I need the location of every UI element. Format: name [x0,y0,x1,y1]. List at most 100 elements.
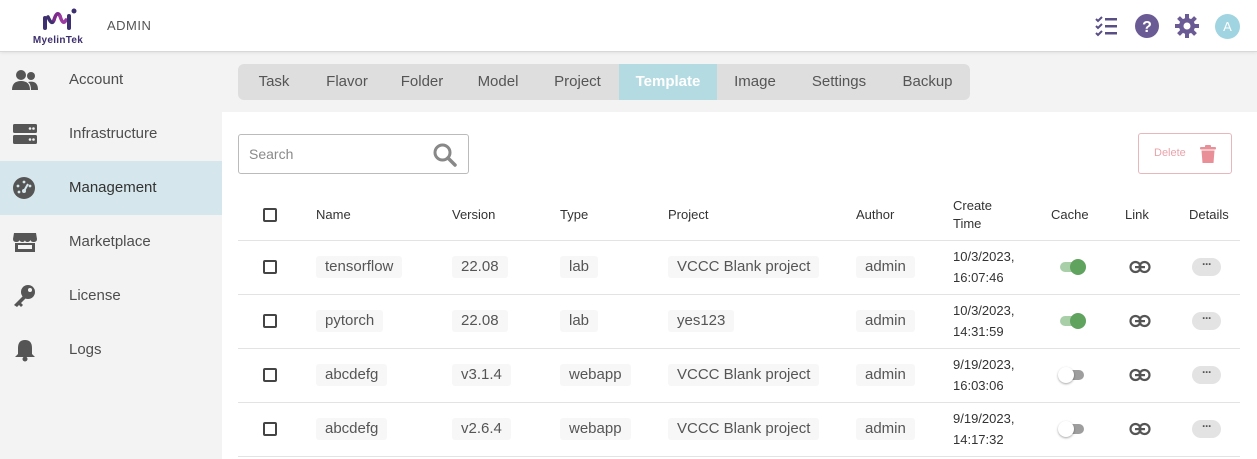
tab-image[interactable]: Image [717,64,793,100]
row-name[interactable]: abcdefg [316,418,388,440]
myelintek-logo[interactable]: MyelinTek [24,6,92,46]
column-header-author[interactable]: Author [856,207,894,222]
link-icon[interactable] [1129,422,1151,436]
row-author: admin [856,256,915,278]
sidebar-item-account[interactable]: Account [0,53,222,107]
row-type: lab [560,256,599,278]
tab-backup[interactable]: Backup [885,64,970,100]
sidebar-item-logs[interactable]: Logs [0,323,222,377]
select-all-checkbox[interactable] [263,208,277,222]
sidebar: Account Infrastructure Management Market… [0,53,222,459]
tab-settings[interactable]: Settings [793,64,885,100]
row-type: webapp [560,364,631,386]
help-icon[interactable]: ? [1134,13,1160,39]
sidebar-item-label: License [69,287,121,304]
trash-icon [1200,145,1216,163]
row-divider [238,402,1240,403]
sidebar-item-label: Logs [69,341,102,358]
store-icon [13,233,37,252]
row-version: 22.08 [452,256,508,278]
row-version: v3.1.4 [452,364,511,386]
column-header-link: Link [1125,207,1149,222]
user-avatar[interactable]: A [1215,14,1240,39]
admin-label: ADMIN [107,18,152,33]
tab-task[interactable]: Task [238,64,310,100]
row-checkbox[interactable] [263,422,277,436]
column-header-create-time-line1[interactable]: Create [953,198,992,213]
column-header-project[interactable]: Project [668,207,708,222]
bell-icon [15,340,35,362]
row-create-time: 14:17:32 [953,432,1004,447]
delete-button-label: Delete [1154,147,1186,159]
row-create-time: 16:07:46 [953,270,1004,285]
search-icon[interactable] [432,142,458,168]
row-name[interactable]: pytorch [316,310,384,332]
sidebar-item-infrastructure[interactable]: Infrastructure [0,107,222,161]
logo-mark-icon [43,8,77,30]
sidebar-item-license[interactable]: License [0,269,222,323]
row-divider [238,456,1240,457]
tab-flavor[interactable]: Flavor [310,64,384,100]
delete-button[interactable]: Delete [1138,133,1232,174]
row-author: admin [856,418,915,440]
row-create-time: 16:03:06 [953,378,1004,393]
server-icon [13,124,37,144]
column-header-version[interactable]: Version [452,207,495,222]
row-divider [238,348,1240,349]
sidebar-item-label: Infrastructure [69,125,158,142]
cache-toggle[interactable] [1058,420,1086,438]
column-header-name[interactable]: Name [316,207,351,222]
main-content: Task Flavor Folder Model Project Templat… [222,53,1257,459]
row-name[interactable]: tensorflow [316,256,403,278]
link-icon[interactable] [1129,260,1151,274]
tab-model[interactable]: Model [460,64,536,100]
link-icon[interactable] [1129,368,1151,382]
cache-toggle[interactable] [1058,366,1086,384]
row-create-date: 9/19/2023, [953,357,1015,372]
details-button[interactable]: ··· [1192,312,1221,330]
cache-toggle[interactable] [1058,258,1086,276]
sidebar-item-marketplace[interactable]: Marketplace [0,215,222,269]
sidebar-item-label: Marketplace [69,233,151,250]
row-checkbox[interactable] [263,314,277,328]
key-icon [14,285,35,307]
details-button[interactable]: ··· [1192,258,1221,276]
tab-project[interactable]: Project [536,64,619,100]
row-create-date: 10/3/2023, [953,303,1015,318]
details-button[interactable]: ··· [1192,420,1221,438]
tab-template[interactable]: Template [619,64,717,100]
sidebar-item-label: Management [69,179,157,196]
row-author: admin [856,364,915,386]
row-name[interactable]: abcdefg [316,364,388,386]
users-icon [12,70,38,90]
row-type: webapp [560,418,631,440]
row-checkbox[interactable] [263,368,277,382]
row-create-date: 10/3/2023, [953,249,1015,264]
row-create-time: 14:31:59 [953,324,1004,339]
tab-folder[interactable]: Folder [384,64,460,100]
row-divider [238,294,1240,295]
row-divider [238,240,1240,241]
sidebar-item-label: Account [69,71,124,88]
row-type: lab [560,310,599,332]
cache-toggle[interactable] [1058,312,1086,330]
gauge-icon [13,177,35,199]
row-project: VCCC Blank project [668,364,820,386]
column-header-type[interactable]: Type [560,207,588,222]
column-header-create-time-line2[interactable]: Time [953,216,981,231]
row-checkbox[interactable] [263,260,277,274]
sidebar-item-management[interactable]: Management [0,161,222,215]
svg-text:?: ? [1142,19,1152,36]
details-button[interactable]: ··· [1192,366,1221,384]
row-project: yes123 [668,310,735,332]
row-project: VCCC Blank project [668,256,820,278]
tab-bar: Task Flavor Folder Model Project Templat… [238,64,970,100]
row-version: 22.08 [452,310,508,332]
row-author: admin [856,310,915,332]
gear-icon[interactable] [1174,13,1200,39]
top-header: MyelinTek ADMIN ? A [0,0,1257,52]
search-input[interactable] [249,144,419,164]
checklist-icon[interactable] [1093,13,1119,39]
column-header-cache: Cache [1051,207,1089,222]
link-icon[interactable] [1129,314,1151,328]
